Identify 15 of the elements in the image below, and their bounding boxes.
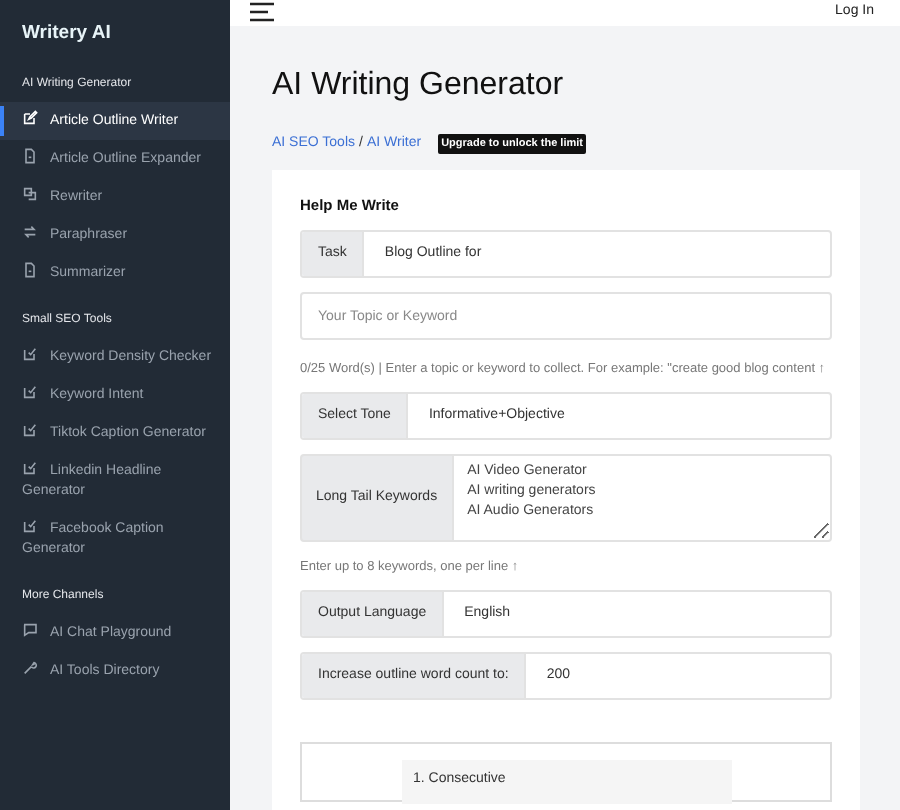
- wrench-icon: [22, 660, 38, 676]
- checkbox-icon: [22, 384, 38, 400]
- page-title: AI Writing Generator: [272, 65, 566, 105]
- chat-icon: [22, 622, 38, 638]
- checkbox-icon: [22, 422, 38, 438]
- menu-icon[interactable]: [250, 2, 274, 23]
- document-icon: [22, 148, 38, 164]
- logo[interactable]: Writery AI: [0, 0, 230, 60]
- swap-icon: [22, 224, 38, 240]
- checkbox-icon: [22, 460, 38, 476]
- copy-icon: [22, 186, 38, 202]
- checkbox-icon: [22, 518, 38, 534]
- edit-icon: [22, 110, 38, 126]
- checkbox-icon: [22, 346, 38, 362]
- document-icon: [22, 262, 38, 278]
